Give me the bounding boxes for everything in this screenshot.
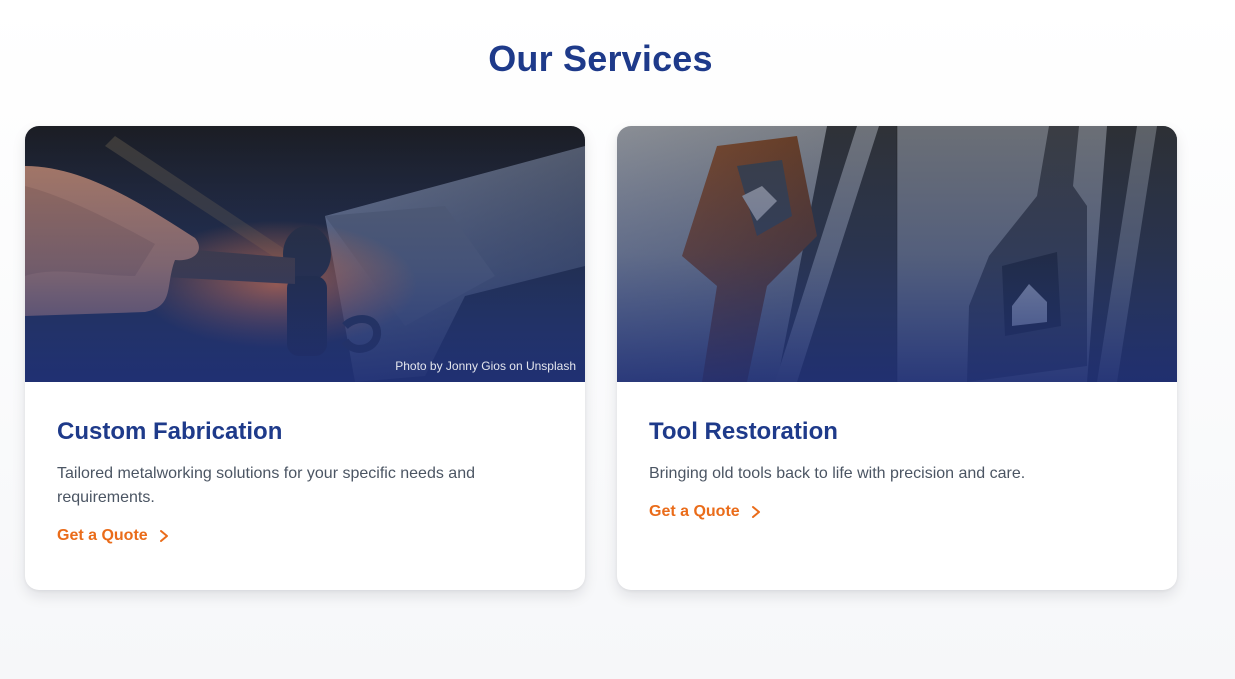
card-description: Tailored metalworking solutions for your… <box>57 465 475 506</box>
chevron-right-icon <box>751 506 760 518</box>
card-title: Custom Fabrication <box>57 418 283 445</box>
card-image-restoration <box>617 126 1177 382</box>
link-label: Get a Quote <box>649 503 740 520</box>
photo-credit: Photo by Jonny Gios on Unsplash <box>395 359 576 373</box>
blacksmith-photo <box>25 126 585 382</box>
service-card-custom-fabrication: Photo by Jonny Gios on Unsplash Custom F… <box>25 126 585 590</box>
chevron-right-icon <box>159 530 168 542</box>
get-a-quote-link[interactable]: Get a Quote <box>649 500 762 524</box>
service-card-tool-restoration: Tool Restoration Bringing old tools back… <box>617 126 1177 590</box>
section-title: Our Services <box>488 38 713 79</box>
card-description: Bringing old tools back to life with pre… <box>649 465 1026 482</box>
tap-wrench-photo <box>617 126 1177 382</box>
card-image-fabrication: Photo by Jonny Gios on Unsplash <box>25 126 585 382</box>
card-title: Tool Restoration <box>649 418 838 445</box>
get-a-quote-link[interactable]: Get a Quote <box>57 524 170 548</box>
link-label: Get a Quote <box>57 527 148 544</box>
card-body: Tool Restoration Bringing old tools back… <box>617 418 1177 524</box>
card-body: Custom Fabrication Tailored metalworking… <box>25 418 585 548</box>
